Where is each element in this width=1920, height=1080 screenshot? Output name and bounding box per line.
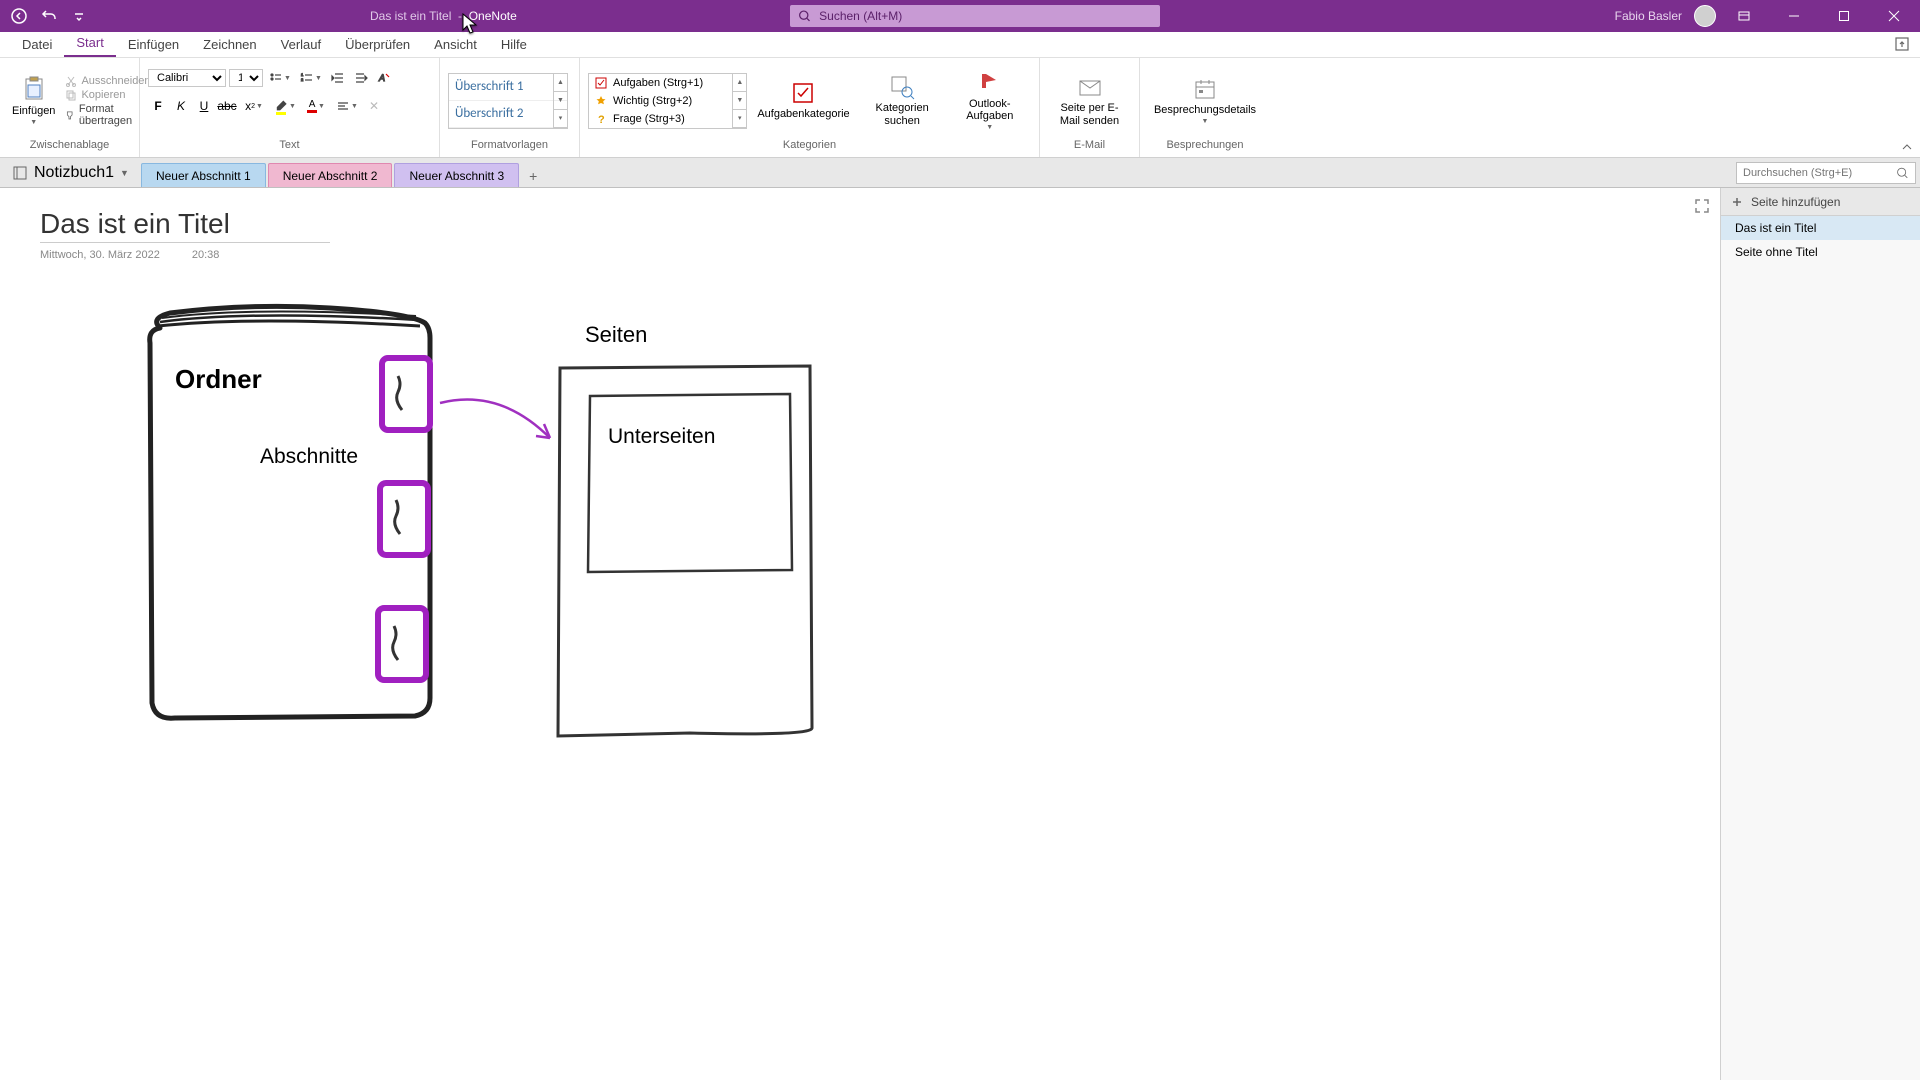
text-group-label: Text xyxy=(148,139,431,153)
tags-up-icon[interactable]: ▲ xyxy=(733,74,746,92)
style-h1[interactable]: Überschrift 1 xyxy=(449,74,567,101)
collapse-ribbon-icon[interactable] xyxy=(1900,140,1914,159)
task-category-button[interactable]: Aufgabenkategorie xyxy=(751,78,855,122)
tab-file[interactable]: Datei xyxy=(10,32,64,57)
tab-help[interactable]: Hilfe xyxy=(489,32,539,57)
add-section-button[interactable]: + xyxy=(521,165,545,187)
find-tags-button[interactable]: Kategorien suchen xyxy=(860,72,945,128)
minimize-button[interactable] xyxy=(1772,0,1816,32)
page-panel: Seite hinzufügen Das ist ein Titel Seite… xyxy=(1720,188,1920,1080)
page-time[interactable]: 20:38 xyxy=(192,249,220,261)
search-box[interactable] xyxy=(790,5,1160,27)
page-item-2[interactable]: Seite ohne Titel xyxy=(1721,240,1920,264)
ribbon: Einfügen ▼ Ausschneiden Kopieren Format … xyxy=(0,58,1920,158)
tag-important[interactable]: Wichtig (Strg+2) xyxy=(589,92,746,110)
tab-review[interactable]: Überprüfen xyxy=(333,32,422,57)
subscript-button[interactable]: x2▼ xyxy=(240,96,268,116)
search-icon xyxy=(1896,166,1909,180)
tag-todo[interactable]: Aufgaben (Strg+1) xyxy=(589,74,746,92)
highlight-button[interactable]: ▼ xyxy=(271,96,299,116)
tab-view[interactable]: Ansicht xyxy=(422,32,489,57)
numbering-button[interactable]: 12▼ xyxy=(297,68,325,88)
svg-text:?: ? xyxy=(598,114,605,125)
meeting-details-button[interactable]: Besprechungsdetails▼ xyxy=(1148,74,1262,128)
section-tab-3[interactable]: Neuer Abschnitt 3 xyxy=(394,163,519,187)
tab-draw[interactable]: Zeichnen xyxy=(191,32,268,57)
search-pages-input[interactable] xyxy=(1743,167,1896,179)
section-tab-2[interactable]: Neuer Abschnitt 2 xyxy=(268,163,393,187)
indent-button[interactable] xyxy=(351,68,371,88)
styles-up-icon[interactable]: ▲ xyxy=(554,74,567,92)
style-h2[interactable]: Überschrift 2 xyxy=(449,101,567,128)
tags-gallery[interactable]: Aufgaben (Strg+1) Wichtig (Strg+2) ?Frag… xyxy=(588,73,747,129)
delete-button[interactable]: ✕ xyxy=(364,96,384,116)
maximize-button[interactable] xyxy=(1822,0,1866,32)
tags-down-icon[interactable]: ▼ xyxy=(733,92,746,110)
strike-button[interactable]: abc xyxy=(217,96,237,116)
font-color-button[interactable]: A▼ xyxy=(302,96,330,116)
search-pages-box[interactable] xyxy=(1736,162,1916,184)
section-tab-1[interactable]: Neuer Abschnitt 1 xyxy=(141,163,266,187)
font-name-select[interactable]: Calibri xyxy=(148,69,226,87)
label-unterseiten: Unterseiten xyxy=(608,425,715,448)
styles-gallery[interactable]: Überschrift 1 Überschrift 2 ▲▼▾ xyxy=(448,73,568,129)
ribbon-mode-icon[interactable] xyxy=(1722,0,1766,32)
window-title: Das ist ein Titel - OneNote xyxy=(370,9,517,23)
user-name[interactable]: Fabio Basler xyxy=(1615,9,1682,23)
tags-more-icon[interactable]: ▾ xyxy=(733,110,746,128)
outdent-button[interactable] xyxy=(328,68,348,88)
tag-question[interactable]: ?Frage (Strg+3) xyxy=(589,110,746,128)
drawing-area: Ordner Abschnitte Seiten xyxy=(130,288,870,773)
page-title[interactable]: Das ist ein Titel xyxy=(40,208,330,243)
tab-insert[interactable]: Einfügen xyxy=(116,32,191,57)
paste-button[interactable]: Einfügen ▼ xyxy=(8,73,59,128)
notebook-bar: Notizbuch1 ▼ Neuer Abschnitt 1 Neuer Abs… xyxy=(0,158,1920,188)
back-icon[interactable] xyxy=(10,7,28,25)
bullets-button[interactable]: ▼ xyxy=(266,68,294,88)
clipboard-group-label: Zwischenablage xyxy=(8,139,131,153)
search-icon xyxy=(798,9,811,23)
styles-more-icon[interactable]: ▾ xyxy=(554,110,567,128)
meetings-group-label: Besprechungen xyxy=(1148,139,1262,153)
email-group-label: E-Mail xyxy=(1048,139,1131,153)
email-page-button[interactable]: Seite per E-Mail senden xyxy=(1048,72,1131,128)
clear-format-button[interactable]: A xyxy=(374,68,394,88)
italic-button[interactable]: K xyxy=(171,96,191,116)
label-seiten: Seiten xyxy=(585,322,647,347)
styles-group-label: Formatvorlagen xyxy=(448,139,571,153)
search-input[interactable] xyxy=(819,9,1152,23)
label-abschnitte: Abschnitte xyxy=(260,445,358,468)
add-page-button[interactable]: Seite hinzufügen xyxy=(1721,188,1920,216)
undo-icon[interactable] xyxy=(40,7,58,25)
canvas[interactable]: Das ist ein Titel Mittwoch, 30. März 202… xyxy=(0,188,1720,1080)
notebook-dropdown[interactable]: Notizbuch1 ▼ xyxy=(0,158,141,187)
bold-button[interactable]: F xyxy=(148,96,168,116)
titlebar: Das ist ein Titel - OneNote Fabio Basler xyxy=(0,0,1920,32)
font-size-select[interactable]: 11 xyxy=(229,69,263,87)
underline-button[interactable]: U xyxy=(194,96,214,116)
styles-down-icon[interactable]: ▼ xyxy=(554,92,567,110)
ribbon-tabs: Datei Start Einfügen Zeichnen Verlauf Üb… xyxy=(0,32,1920,58)
page-date[interactable]: Mittwoch, 30. März 2022 xyxy=(40,249,160,261)
svg-text:A: A xyxy=(378,73,385,83)
outlook-tasks-button[interactable]: Outlook-Aufgaben▼ xyxy=(949,68,1031,134)
fullscreen-icon[interactable] xyxy=(1694,198,1710,219)
tab-start[interactable]: Start xyxy=(64,30,115,57)
align-button[interactable]: ▼ xyxy=(333,96,361,116)
tags-group-label: Kategorien xyxy=(588,139,1031,153)
page-item-1[interactable]: Das ist ein Titel xyxy=(1721,216,1920,240)
tab-history[interactable]: Verlauf xyxy=(269,32,333,57)
svg-text:2: 2 xyxy=(301,77,304,82)
label-ordner: Ordner xyxy=(175,364,262,394)
close-button[interactable] xyxy=(1872,0,1916,32)
avatar[interactable] xyxy=(1694,5,1716,27)
share-icon[interactable] xyxy=(1894,36,1910,57)
qat-dropdown-icon[interactable] xyxy=(70,7,88,25)
